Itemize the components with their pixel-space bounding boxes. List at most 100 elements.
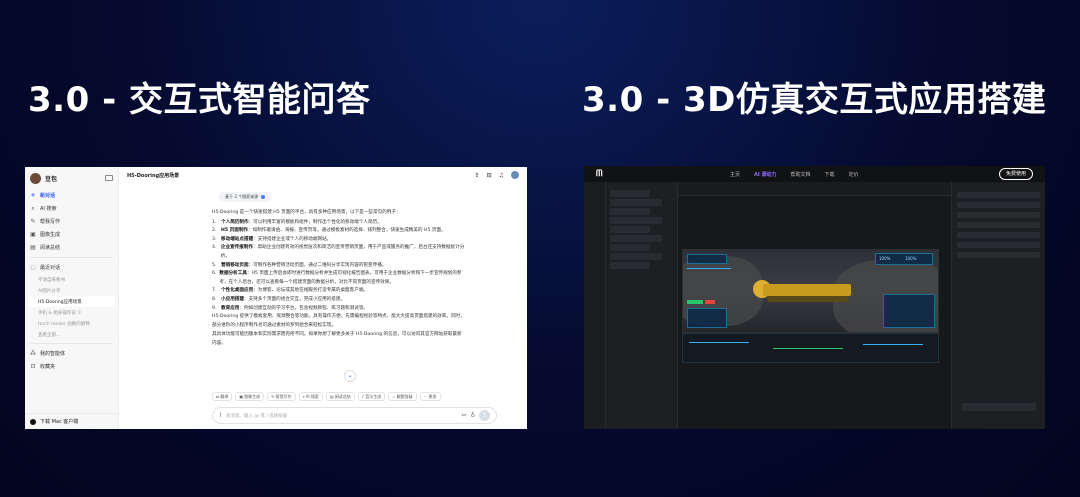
paperclip-icon[interactable]: ⌇ <box>219 412 222 419</box>
message-input[interactable]: ⌇ 发消息、输入 @ 或 / 选择技能 ✂ ♁ ↑ <box>212 407 497 424</box>
chip-ai-search[interactable]: ⌕ AI 搜索 <box>298 392 323 401</box>
answer-icon: ✓ <box>392 394 396 399</box>
hud-chart-panel <box>883 294 935 328</box>
status-bar-green <box>687 300 703 304</box>
recent-item[interactable]: torch render 函数的解释 <box>25 318 118 329</box>
nav-link-docs[interactable]: 帮助文档 <box>791 171 811 178</box>
layer-row <box>610 208 650 215</box>
brand-logo-icon[interactable]: ᗰ <box>596 169 603 179</box>
chip-writing[interactable]: ✎ 帮我写作 <box>267 392 296 401</box>
layer-row <box>610 235 662 242</box>
apply-button[interactable] <box>962 403 1036 411</box>
layer-row <box>610 217 662 224</box>
hud-line <box>689 342 749 343</box>
pen-icon: ✎ <box>30 217 36 225</box>
mining-machine-model[interactable] <box>753 276 863 304</box>
image-icon: ▣ <box>30 230 36 238</box>
editor-workspace: 100% 100% <box>584 182 1045 429</box>
sidebar-item-ai-search[interactable]: ⌕ AI 搜索 <box>25 202 118 215</box>
sidebar-divider <box>30 257 113 258</box>
scissors-icon[interactable]: ✂ <box>462 412 467 419</box>
hud-line <box>687 268 731 269</box>
chat-app-screenshot: 豆包 + 新对话 ⌕ AI 搜索 ✎ 帮我写作 ▣ 图像生成 ▤ 阅读总结 ◌ … <box>25 167 527 429</box>
hud-value: 100% <box>879 256 891 261</box>
layer-tree[interactable] <box>606 182 678 429</box>
sidebar-item-label: 我的智能体 <box>40 351 66 357</box>
nav-link-home[interactable]: 主页 <box>730 171 740 178</box>
sidebar-item-image-gen[interactable]: ▣ 图像生成 <box>25 228 118 241</box>
answer-intro: H5-Dooring 是一个快速搭建 H5 页面的平台，具有多种应用场景，以下是… <box>212 210 401 215</box>
download-label: 下载 Mac 客户端 <box>40 419 79 425</box>
nav-link-download[interactable]: 下载 <box>825 171 835 178</box>
download-client-button[interactable]: 下载 Mac 客户端 <box>25 413 119 429</box>
sidebar-collapse-icon[interactable] <box>105 175 113 181</box>
prop-row <box>957 202 1040 208</box>
chip-image-gen[interactable]: ▣ 图像生成 <box>235 392 265 401</box>
prop-row <box>957 222 1040 228</box>
list-item: 7. 个性化桌面应用：为博客、论坛或其他在线服务打造专属的桌面客户端。 <box>212 288 369 294</box>
list-item: 1. 个人简历制作：可以利用丰富的模板和组件，制作出个性化的移动端个人简历。 <box>212 219 382 225</box>
properties-panel[interactable] <box>951 182 1045 429</box>
sidebar-divider <box>30 343 113 344</box>
chip-qa[interactable]: ✓ 解题答疑 <box>388 392 417 401</box>
music-icon: ♪ <box>361 394 365 399</box>
prop-row <box>957 192 1040 198</box>
answer-list: 1. 个人简历制作：可以利用丰富的模板和组件，制作出个性化的移动端个人简历。 2.… <box>212 219 465 314</box>
hud-panel <box>687 308 727 328</box>
prop-row <box>957 242 1040 248</box>
brand-name: 豆包 <box>45 175 58 183</box>
list-item: 3. 移动端站点搭建：支持搭建企业或个人的移动端网站。 <box>212 236 332 242</box>
skill-chips: ⇄ 翻译 ▣ 图像生成 ✎ 帮我写作 ⌕ AI 搜索 ▤ 阅读总结 ♪ 音乐生成 ✓ 解题答疑… <box>212 392 441 401</box>
chip-translate[interactable]: ⇄ 翻译 <box>212 392 233 401</box>
list-item: 8. 小应用搭建：支持多个页面的组合交互，完成小应用的搭建。 <box>212 296 346 302</box>
sources-pill[interactable]: 基于 3 个搜索来源 <box>219 192 272 202</box>
sidebar-header: 豆包 <box>25 167 118 189</box>
conversation-title: H5-Dooring应用场景 <box>127 172 180 179</box>
scroll-down-button[interactable]: ⌄ <box>344 370 356 382</box>
chip-reading[interactable]: ▤ 阅读总结 <box>325 392 355 401</box>
chat-topbar: H5-Dooring应用场景 ⇪ ⊡ ♫ <box>119 167 527 183</box>
chip-music[interactable]: ♪ 音乐生成 <box>357 392 386 401</box>
3d-viewport[interactable]: 100% 100% <box>682 249 939 333</box>
prop-row <box>957 232 1040 238</box>
nav-link-pricing[interactable]: 定价 <box>849 171 859 178</box>
sidebar-item-label: 收藏夹 <box>40 364 56 370</box>
status-bar-red <box>705 300 715 304</box>
user-avatar[interactable] <box>511 171 519 179</box>
recent-item[interactable]: AI图片分享 <box>25 285 118 296</box>
hud-panel <box>687 254 727 264</box>
sidebar-item-my-agents[interactable]: ⁂ 我的智能体 <box>25 347 118 360</box>
data-panel <box>682 333 939 363</box>
recent-item-active[interactable]: H5-Dooring应用场景 <box>28 296 115 307</box>
nav-link-ai[interactable]: AI 源动力 <box>754 171 776 178</box>
share-icon[interactable]: ⇪ <box>475 172 480 179</box>
tool-rail[interactable] <box>584 182 606 429</box>
bookmark-icon[interactable]: ⊡ <box>487 172 492 179</box>
sidebar-item-favorites[interactable]: ⊡ 收藏夹 <box>25 360 118 373</box>
topbar-actions: ⇪ ⊡ ♫ <box>475 171 519 179</box>
search-icon: ⌕ <box>31 204 35 212</box>
chip-more[interactable]: ⋯ 更多 <box>419 392 441 401</box>
microphone-icon[interactable]: ♁ <box>471 412 475 419</box>
view-all-link[interactable]: 查看全部... <box>25 329 118 340</box>
editor-toolbar[interactable] <box>678 182 951 196</box>
bell-icon[interactable]: ♫ <box>499 172 504 179</box>
sources-label: 基于 3 个搜索来源 <box>225 194 259 199</box>
recent-chats-label: 最近对话 <box>40 265 61 271</box>
brand-avatar <box>30 172 41 184</box>
send-button[interactable]: ↑ <box>479 410 490 421</box>
recent-chats-header: ◌ 最近对话 <box>25 261 118 274</box>
free-use-button[interactable]: 免费使用 <box>998 168 1033 180</box>
list-item: 9. 教育应用：例如创建互动的学习平台，包含视频教程、练习题和测试等。 <box>212 305 369 311</box>
hud-line <box>863 344 923 345</box>
sidebar-item-label: 图像生成 <box>40 232 61 238</box>
chat-sidebar: 豆包 + 新对话 ⌕ AI 搜索 ✎ 帮我写作 ▣ 图像生成 ▤ 阅读总结 ◌ … <box>25 167 119 429</box>
recent-item[interactable]: 不请自来看书 <box>25 274 118 285</box>
recent-item[interactable]: 手机 & 相关操作说 ① <box>25 307 118 318</box>
sidebar-item-reading[interactable]: ▤ 阅读总结 <box>25 241 118 254</box>
chat-main: H5-Dooring应用场景 ⇪ ⊡ ♫ 基于 3 个搜索来源 H5-Doori… <box>119 167 527 429</box>
translate-icon: ⇄ <box>216 394 220 399</box>
new-chat-button[interactable]: + 新对话 <box>25 189 118 202</box>
3d-editor-screenshot: ᗰ 主页 AI 源动力 帮助文档 下载 定价 免费使用 100% 100% <box>584 166 1045 429</box>
sidebar-item-writing[interactable]: ✎ 帮我写作 <box>25 215 118 228</box>
